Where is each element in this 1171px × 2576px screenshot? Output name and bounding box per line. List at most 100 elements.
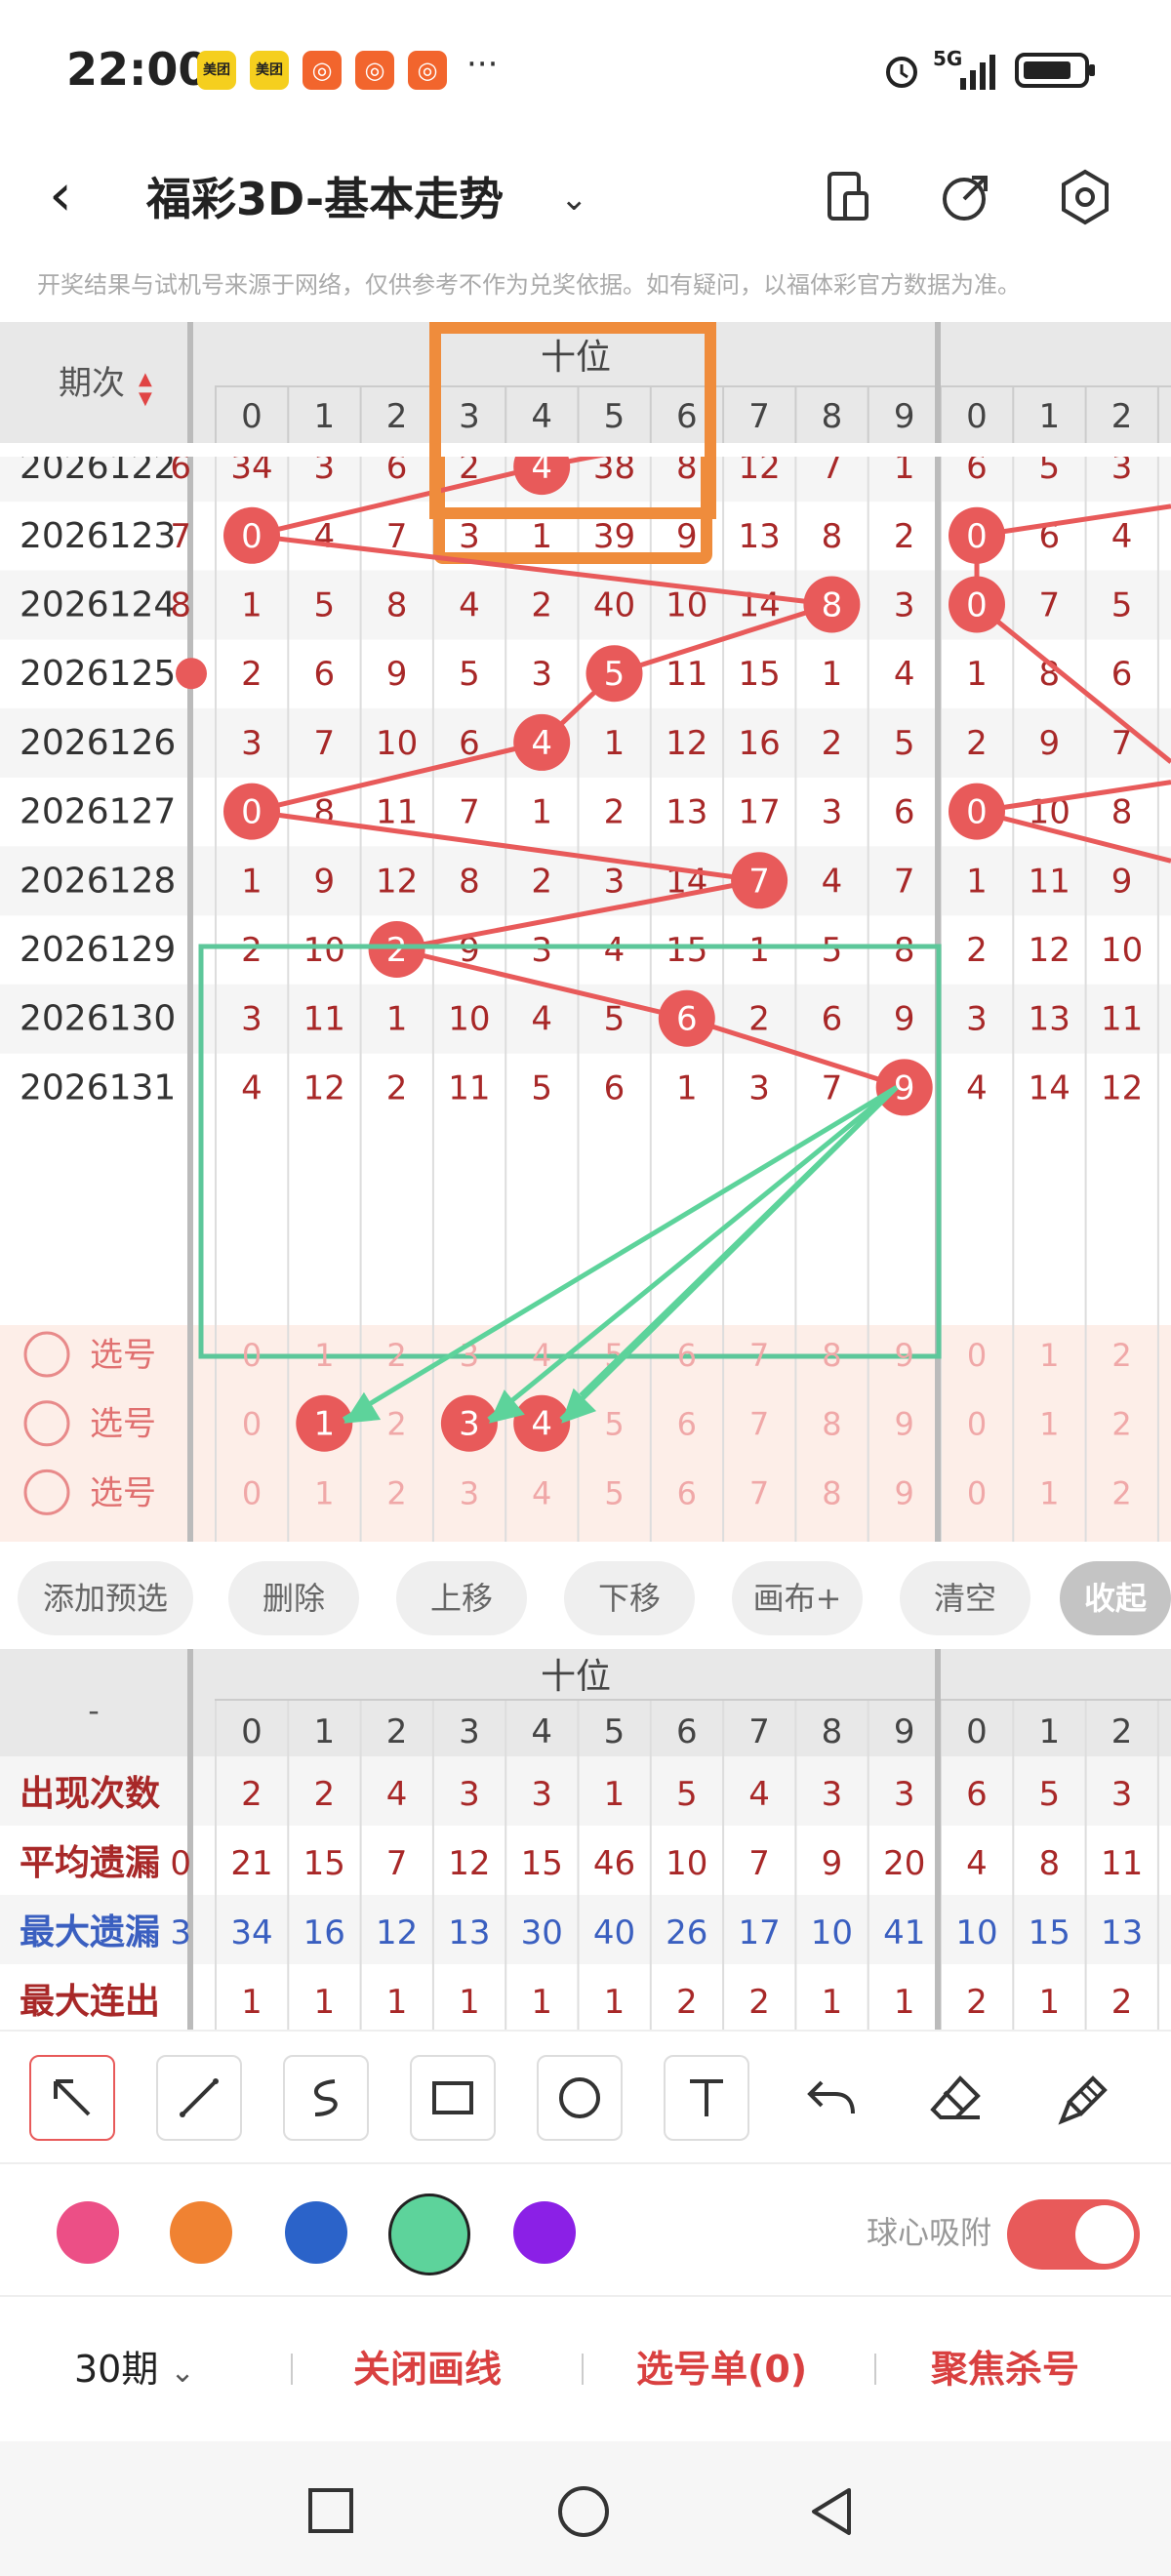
stats-value: 3 (531, 1775, 552, 1814)
recent-apps-icon[interactable] (306, 2486, 355, 2535)
circle-icon[interactable] (537, 2055, 623, 2141)
pick-digit: 4 (532, 1474, 551, 1511)
text-icon[interactable] (664, 2055, 749, 2141)
cell-value: 10 (376, 724, 418, 763)
back-triangle-icon[interactable] (806, 2484, 855, 2539)
ball-snap-toggle[interactable] (1007, 2199, 1140, 2270)
pick-digit: 0 (967, 1337, 987, 1374)
clear-button[interactable]: 清空 (900, 1561, 1030, 1635)
cell-value: 11 (1101, 1000, 1143, 1039)
color-swatch-pink[interactable] (57, 2201, 119, 2264)
cell-value: 15 (666, 931, 707, 970)
cell-value: 4 (604, 931, 626, 970)
focus-kill-button[interactable]: 聚焦杀号 (931, 2342, 1079, 2396)
chevron-down-icon[interactable]: ⌄ (560, 170, 588, 228)
cell-value: 14 (1029, 1068, 1070, 1107)
period-select[interactable]: 30期 ⌄ (74, 2342, 195, 2400)
cell-value: 3 (531, 931, 552, 970)
pick-digit: 9 (895, 1337, 914, 1374)
sort-down-icon: ▼ (139, 388, 152, 409)
pick-list-button[interactable]: 选号单(0) (636, 2342, 807, 2396)
stats-value: 2 (966, 1983, 988, 2022)
pick-digit: 5 (604, 1474, 624, 1511)
divider-bar (935, 1649, 941, 2030)
digit-header: 0 (966, 397, 988, 436)
rectangle-icon[interactable] (410, 2055, 496, 2141)
period-number: 2026129 (20, 930, 176, 970)
freehand-icon[interactable] (283, 2055, 369, 2141)
pick-digit: 3 (460, 1474, 479, 1511)
undo-icon[interactable] (802, 2074, 861, 2127)
pick-digit: 1 (314, 1474, 334, 1511)
share-icon[interactable] (929, 160, 1003, 234)
drawing-toolbar (0, 2030, 1171, 2162)
pick-digit: 2 (1111, 1337, 1131, 1374)
color-swatch-purple[interactable] (513, 2201, 576, 2264)
cell-value: 1 (966, 862, 988, 901)
settings-hexagon-icon[interactable] (1048, 160, 1122, 234)
stats-value: 40 (593, 1913, 635, 1952)
move-up-button[interactable]: 上移 (396, 1561, 527, 1635)
cursor-arrow-icon[interactable] (29, 2055, 115, 2141)
stats-value: 13 (448, 1913, 490, 1952)
digit-header: 0 (966, 1712, 988, 1751)
collapse-button[interactable]: 收起 (1060, 1561, 1171, 1635)
pick-digit: 1 (1039, 1474, 1059, 1511)
pick-digit: 1 (314, 1337, 334, 1374)
stats-value: 3 (459, 1775, 480, 1814)
divider (874, 2354, 876, 2385)
pick-digit: 7 (749, 1406, 769, 1443)
stats-row-label: 最大遗漏 (20, 1912, 160, 1952)
brush-icon[interactable] (1054, 2071, 1112, 2129)
trend-grid[interactable]: 期次▲▼十位0123456789012202612263436238812716… (0, 322, 1171, 1542)
color-swatch-green[interactable] (388, 2194, 470, 2275)
stats-value: 2 (241, 1775, 262, 1814)
cell-value: 4 (966, 1068, 988, 1107)
cell-value: 17 (738, 793, 780, 832)
digit-header: 3 (459, 1712, 480, 1751)
cell-value: 10 (303, 931, 345, 970)
period-header: 期次 (59, 364, 125, 403)
hit-ball-number: 4 (531, 724, 552, 763)
line-icon[interactable] (156, 2055, 242, 2141)
stats-value: 6 (966, 1775, 988, 1814)
pick-digit: 2 (1111, 1406, 1131, 1443)
delete-button[interactable]: 删除 (228, 1561, 359, 1635)
cell-value: 7 (1038, 586, 1060, 625)
cell-value: 5 (459, 655, 480, 694)
stats-value: 15 (303, 1844, 345, 1883)
hit-ball-number: 7 (748, 862, 770, 901)
cell-value: 1 (386, 1000, 408, 1039)
cell-value: 9 (313, 862, 335, 901)
row-stripe (0, 1756, 1171, 1826)
stats-row-label: 平均遗漏 (20, 1843, 160, 1883)
stats-value: 12 (376, 1913, 418, 1952)
add-preselect-button[interactable]: 添加预选 (18, 1561, 193, 1635)
stats-value: 11 (1101, 1844, 1143, 1883)
cell-value: 12 (1101, 1068, 1143, 1107)
pick-digit: 0 (967, 1406, 987, 1443)
close-drawing-button[interactable]: 关闭画线 (353, 2342, 502, 2396)
cell-value: 1 (822, 655, 843, 694)
cell-value: 7 (459, 793, 480, 832)
app-header: ‹ 福彩3D-基本走势 ⌄ (0, 137, 1171, 254)
cell-value: 11 (666, 655, 707, 694)
back-arrow-icon[interactable]: ‹ (49, 161, 72, 229)
color-swatch-blue[interactable] (285, 2201, 347, 2264)
digit-header: 5 (604, 397, 626, 436)
color-swatch-orange[interactable] (170, 2201, 232, 2264)
chevron-down-icon: ⌄ (170, 2355, 195, 2390)
move-down-button[interactable]: 下移 (564, 1561, 695, 1635)
trend-chart[interactable]: 期次▲▼十位0123456789012202612263436238812716… (0, 322, 1171, 1542)
eraser-icon[interactable] (927, 2071, 986, 2129)
canvas-add-button[interactable]: 画布+ (732, 1561, 863, 1635)
cell-value: 12 (1029, 931, 1070, 970)
pick-digit: 1 (1039, 1406, 1059, 1443)
cell-value: 3 (748, 1068, 770, 1107)
system-nav-bar (0, 2441, 1171, 2576)
digit-header: 1 (1038, 397, 1060, 436)
meituan-app-icon: 美团 (250, 51, 289, 90)
phone-layout-icon[interactable] (812, 160, 886, 234)
page-title[interactable]: 福彩3D-基本走势 (146, 170, 504, 228)
home-icon[interactable] (556, 2484, 611, 2539)
